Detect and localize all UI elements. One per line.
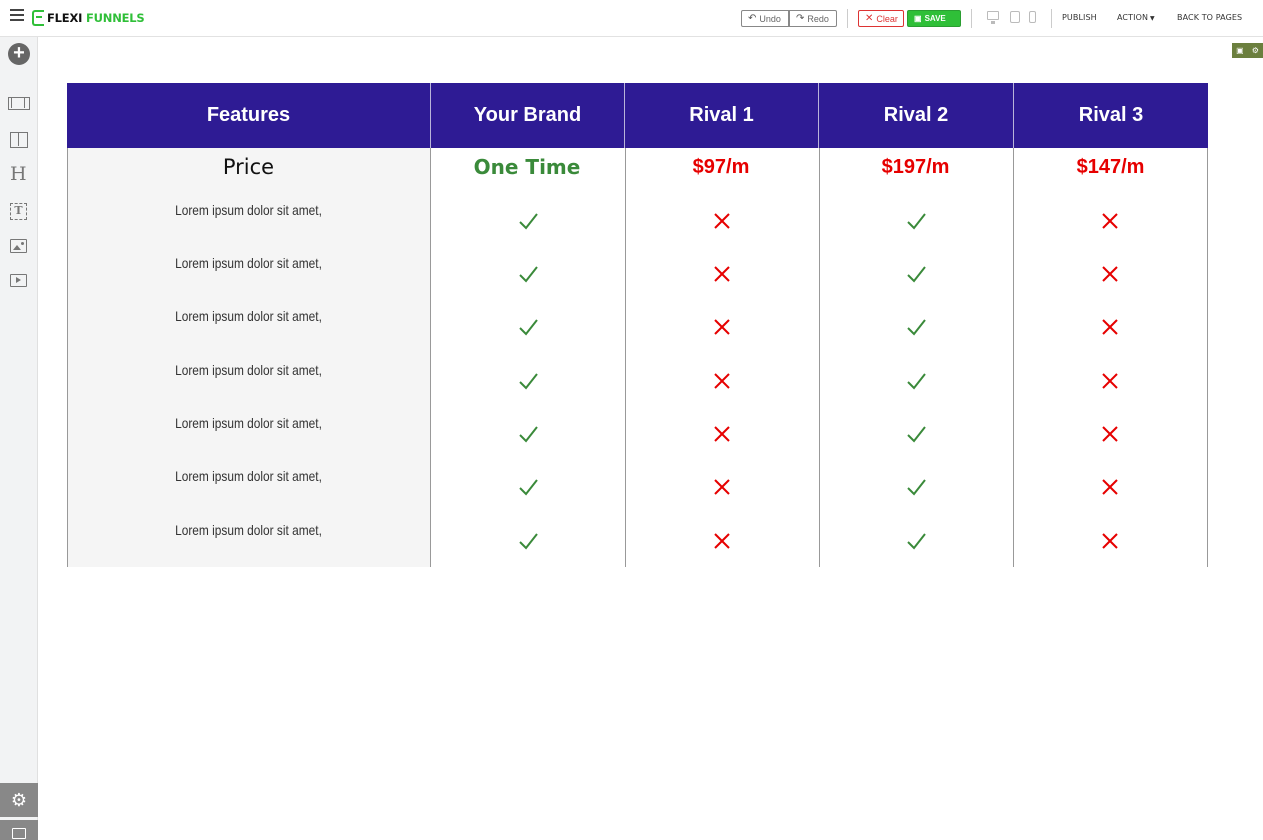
column-divider <box>819 148 820 567</box>
price-label: Price <box>222 155 275 179</box>
header-your-brand: Your Brand <box>430 83 624 148</box>
toolbar-divider <box>847 9 848 28</box>
table-header-row: Features Your Brand Rival 1 Rival 2 Riva… <box>67 83 1208 148</box>
check-icon <box>519 319 538 336</box>
cross-icon <box>1102 266 1118 282</box>
code-icon[interactable] <box>0 820 38 840</box>
cross-icon <box>1102 319 1118 335</box>
price-your-brand: One Time <box>473 155 581 179</box>
check-icon <box>907 319 926 336</box>
caret-down-icon: ▼ <box>1148 15 1155 22</box>
cross-icon <box>1102 479 1118 495</box>
close-icon: ✕ <box>865 13 874 24</box>
cross-icon <box>1102 373 1118 389</box>
column-divider <box>625 148 626 567</box>
gear-icon[interactable]: ⚙ <box>1252 46 1259 55</box>
cross-icon <box>714 479 730 495</box>
toolbar-divider <box>1051 9 1052 28</box>
header-features: Features <box>206 104 291 126</box>
save-icon[interactable]: ▣ <box>1236 46 1244 55</box>
logo-suffix: FUNNELS <box>86 11 145 25</box>
check-icon <box>907 479 926 496</box>
image-icon[interactable] <box>10 239 27 253</box>
clear-button[interactable]: ✕ Clear <box>858 10 904 27</box>
toolbar-divider <box>971 9 972 28</box>
back-to-pages-link[interactable]: BACK TO PAGES <box>1177 13 1242 22</box>
check-icon <box>519 213 538 230</box>
redo-button[interactable]: ↷ Redo <box>789 10 837 27</box>
cross-icon <box>1102 533 1118 549</box>
cross-icon <box>714 533 730 549</box>
column-divider <box>1013 148 1014 567</box>
price-rival-2: $197/m <box>881 155 950 178</box>
menu-icon[interactable] <box>10 9 24 23</box>
price-label-cell: Price <box>67 148 430 186</box>
logo-prefix: FLEXI <box>47 11 83 25</box>
video-icon[interactable] <box>10 274 27 287</box>
columns-icon[interactable] <box>10 132 28 148</box>
check-icon <box>907 426 926 443</box>
check-icon <box>519 426 538 443</box>
feature-label: Lorem ipsum dolor sit amet, <box>175 362 322 378</box>
feature-label: Lorem ipsum dolor sit amet, <box>175 202 322 218</box>
feature-label: Lorem ipsum dolor sit amet, <box>175 255 322 271</box>
cross-icon <box>714 373 730 389</box>
check-icon <box>907 373 926 390</box>
section-tools: ▣ ⚙ <box>1232 43 1263 58</box>
cross-icon <box>1102 213 1118 229</box>
publish-link[interactable]: PUBLISH <box>1062 13 1097 22</box>
column-divider <box>1207 148 1208 567</box>
check-icon <box>907 213 926 230</box>
add-element-icon[interactable]: + <box>8 43 30 65</box>
mobile-view-icon[interactable] <box>1029 11 1036 23</box>
feature-label: Lorem ipsum dolor sit amet, <box>175 308 322 324</box>
cross-icon <box>714 213 730 229</box>
heading-icon[interactable]: H <box>10 163 27 185</box>
feature-label: Lorem ipsum dolor sit amet, <box>175 415 322 431</box>
action-dropdown[interactable]: ACTION ▼ <box>1117 13 1155 22</box>
undo-icon: ↶ <box>748 13 757 24</box>
save-icon: ▣ <box>914 14 922 23</box>
check-icon <box>519 266 538 283</box>
price-rival-3: $147/m <box>1076 155 1145 178</box>
undo-button[interactable]: ↶ Undo <box>741 10 789 27</box>
top-toolbar: FLEXI FUNNELS ↶ Undo ↷ Redo ✕ Clear ▣ SAVE P… <box>0 0 1263 37</box>
cross-icon <box>714 266 730 282</box>
section-icon[interactable] <box>8 97 30 110</box>
feature-label: Lorem ipsum dolor sit amet, <box>175 468 322 484</box>
redo-icon: ↷ <box>796 13 805 24</box>
save-button[interactable]: ▣ SAVE <box>907 10 961 27</box>
feature-label: Lorem ipsum dolor sit amet, <box>175 522 322 538</box>
check-icon <box>519 533 538 550</box>
cross-icon <box>714 319 730 335</box>
app-logo[interactable]: FLEXI FUNNELS <box>32 9 145 27</box>
header-rival-3: Rival 3 <box>1013 83 1208 148</box>
column-divider <box>430 148 431 567</box>
check-icon <box>907 266 926 283</box>
gear-icon[interactable]: ⚙ <box>0 783 38 817</box>
header-rival-2: Rival 2 <box>818 83 1013 148</box>
comparison-table[interactable]: Features Your Brand Rival 1 Rival 2 Riva… <box>67 83 1208 567</box>
element-sidebar: + H T ⚙ <box>0 37 38 840</box>
header-rival-1: Rival 1 <box>624 83 818 148</box>
check-icon <box>519 373 538 390</box>
check-icon <box>907 533 926 550</box>
tablet-view-icon[interactable] <box>1010 11 1020 23</box>
logo-icon <box>32 10 44 26</box>
check-icon <box>519 479 538 496</box>
text-icon[interactable]: T <box>10 203 27 220</box>
cross-icon <box>1102 426 1118 442</box>
desktop-view-icon[interactable] <box>987 11 999 24</box>
price-rival-1: $97/m <box>692 155 750 178</box>
cross-icon <box>714 426 730 442</box>
